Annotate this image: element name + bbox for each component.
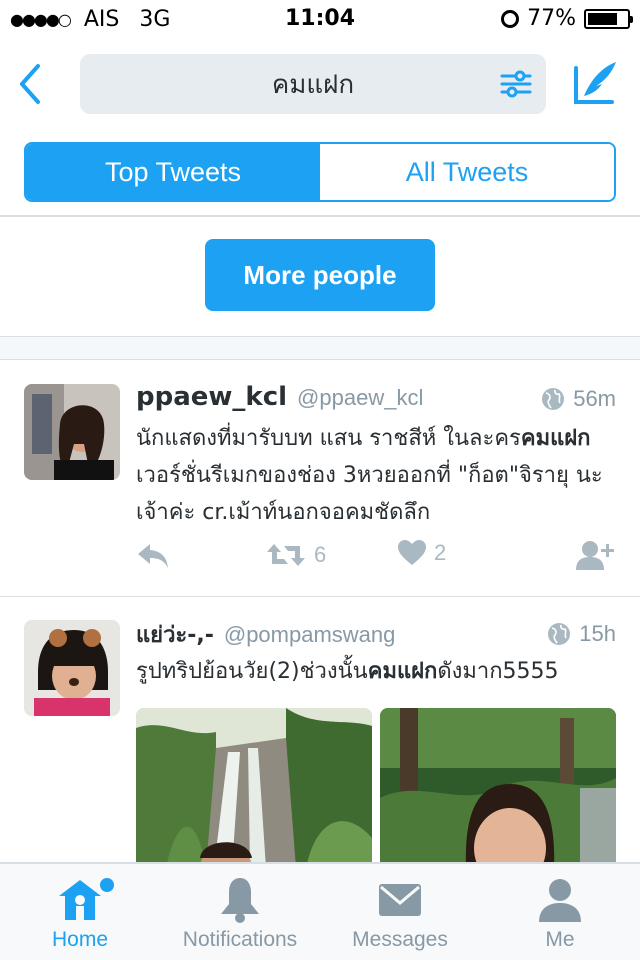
search-term-highlight: คมแฝก	[520, 426, 591, 451]
battery-icon	[584, 8, 633, 29]
display-name[interactable]: แย่ว่ะ-,-	[136, 617, 214, 652]
search-filter-button[interactable]	[500, 68, 532, 100]
add-user-icon	[576, 541, 614, 570]
user-handle[interactable]: @pompamswang	[224, 622, 396, 648]
battery-fill	[588, 12, 618, 25]
person-icon	[539, 879, 581, 922]
search-query: คมแฝก	[271, 69, 355, 100]
tweet-text-part: นักแสดงที่มารับบท แสน ราชสีห์ ในละคร	[136, 426, 521, 451]
retweet-count: 6	[314, 542, 327, 567]
tweet-text-part: ดังมาก5555	[437, 659, 559, 684]
follow-button[interactable]	[576, 540, 616, 570]
tweet-text: นักแสดงที่มารับบท แสน ราชสีห์ ในละครคมแฝ…	[136, 420, 618, 531]
battery-percent: 77%	[527, 6, 576, 31]
tab-messages[interactable]: Messages	[320, 864, 480, 960]
waterfall-photo	[136, 708, 372, 868]
status-bar: ●●●●○ AIS 3G 11:04 77%	[0, 0, 640, 40]
tweet-actions: 6 2	[136, 540, 620, 580]
compose-tweet-button[interactable]	[572, 58, 620, 106]
tab-me-label: Me	[545, 928, 575, 951]
tweet-meta: 56m	[541, 386, 616, 412]
tab-messages-label: Messages	[352, 928, 448, 951]
tweet-photo[interactable]	[380, 708, 616, 868]
globe-icon	[542, 388, 565, 410]
tab-me[interactable]: Me	[480, 864, 640, 960]
forest-photo	[380, 708, 616, 868]
tab-home-label: Home	[51, 928, 109, 951]
avatar[interactable]	[24, 384, 120, 480]
compose-quill-icon	[574, 62, 616, 104]
tweet-item[interactable]: ppaew_kcl @ppaew_kcl 56m นักแสดงที่มารับ…	[0, 360, 640, 596]
avatar[interactable]	[24, 620, 120, 716]
globe-icon	[548, 623, 571, 645]
reply-icon	[138, 544, 168, 568]
like-count: 2	[434, 540, 447, 565]
user-handle[interactable]: @ppaew_kcl	[297, 385, 423, 411]
section-separator	[0, 336, 640, 360]
heart-icon	[398, 540, 426, 565]
search-term-highlight: คมแฝก	[367, 659, 438, 684]
chevron-left-icon	[20, 64, 40, 104]
tweet-text-part: เวอร์ชั่นรีเมกของช่อง 3หวยออกที่ "ก็อต"จ…	[136, 463, 603, 525]
alarm-icon	[501, 9, 520, 28]
bell-icon	[221, 878, 259, 923]
home-icon	[59, 880, 101, 920]
tweet-text-part: รูปทริปย้อนวัย(2)ช่วงนั้น	[136, 659, 368, 684]
tweet-timestamp: 56m	[573, 386, 616, 411]
tweet-meta: 15h	[547, 621, 616, 647]
more-people-button[interactable]: More people	[205, 239, 435, 311]
tab-notifications[interactable]: Notifications	[160, 864, 320, 960]
tab-notifications-label: Notifications	[182, 928, 298, 951]
divider	[0, 215, 640, 217]
tweet-timestamp: 15h	[579, 621, 616, 646]
tweet-photo[interactable]	[136, 708, 372, 868]
back-button[interactable]	[16, 62, 46, 106]
retweet-icon	[267, 544, 305, 566]
retweet-button[interactable]: 6	[266, 540, 326, 570]
envelope-icon	[379, 884, 421, 916]
tweet-filter-tabs: Top Tweets All Tweets	[24, 142, 616, 202]
sliders-icon	[500, 70, 532, 98]
like-button[interactable]: 2	[398, 540, 446, 566]
tweet-text: รูปทริปย้อนวัย(2)ช่วงนั้นคมแฝกดังมาก5555	[136, 653, 618, 690]
tab-home[interactable]: Home	[0, 864, 160, 960]
status-right: 77%	[501, 6, 633, 31]
reply-button[interactable]	[136, 542, 170, 570]
display-name[interactable]: ppaew_kcl	[136, 382, 287, 412]
avatar-photo	[24, 620, 120, 716]
tweet-header: แย่ว่ะ-,- @pompamswang	[136, 617, 616, 651]
tab-top-tweets[interactable]: Top Tweets	[26, 144, 320, 200]
new-content-dot	[100, 878, 114, 892]
search-field[interactable]: คมแฝก	[80, 54, 546, 114]
tab-all-tweets[interactable]: All Tweets	[320, 144, 614, 200]
bottom-tab-bar: Home Notifications Messages Me	[0, 862, 640, 960]
avatar-photo	[24, 384, 120, 480]
